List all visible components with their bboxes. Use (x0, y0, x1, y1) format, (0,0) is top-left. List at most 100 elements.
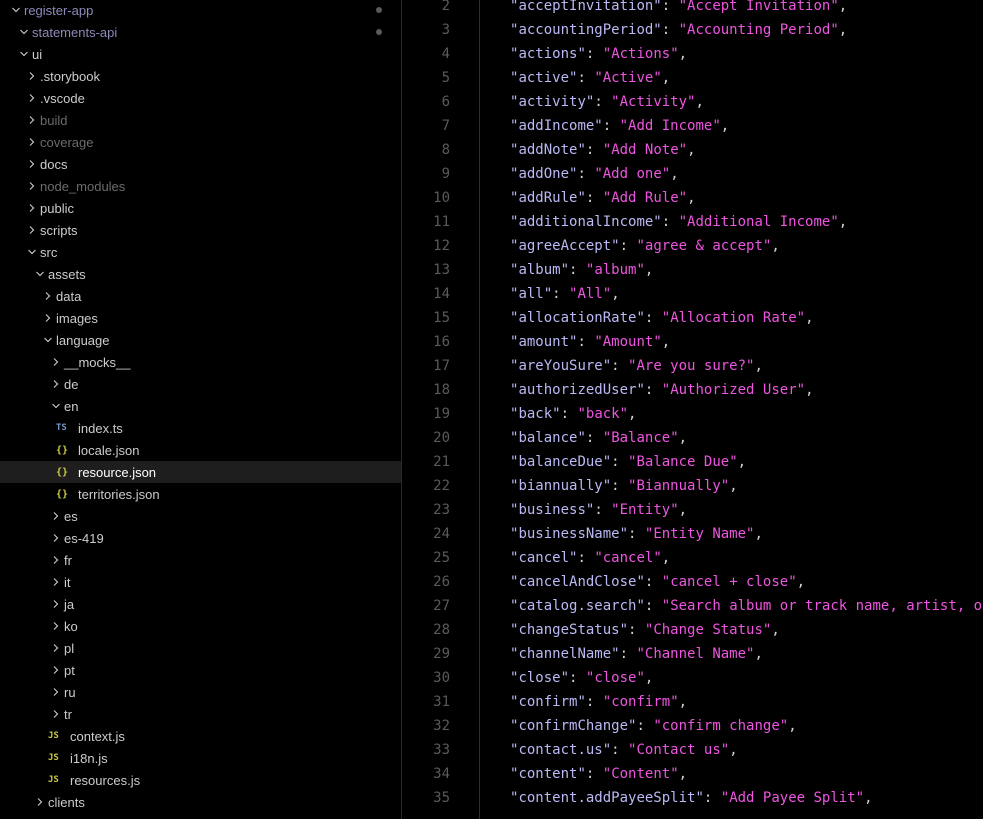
chevron-right-icon[interactable] (24, 131, 40, 153)
explorer-folder-item[interactable]: node_modules (0, 175, 401, 197)
chevron-right-icon[interactable] (48, 505, 64, 527)
code-line[interactable]: 24 "businessName": "Entity Name", (402, 522, 983, 546)
code-line[interactable]: 28 "changeStatus": "Change Status", (402, 618, 983, 642)
code-line[interactable]: 14 "all": "All", (402, 282, 983, 306)
explorer-folder-item[interactable]: statements-api (0, 21, 401, 43)
explorer-folder-item[interactable]: de (0, 373, 401, 395)
chevron-right-icon[interactable] (24, 219, 40, 241)
chevron-right-icon[interactable] (48, 681, 64, 703)
code-line[interactable]: 8 "addNote": "Add Note", (402, 138, 983, 162)
chevron-right-icon[interactable] (24, 175, 40, 197)
code-line[interactable]: 29 "channelName": "Channel Name", (402, 642, 983, 666)
explorer-folder-item[interactable]: images (0, 307, 401, 329)
code-line[interactable]: 21 "balanceDue": "Balance Due", (402, 450, 983, 474)
chevron-down-icon[interactable] (32, 263, 48, 285)
explorer-folder-item[interactable]: language (0, 329, 401, 351)
chevron-right-icon[interactable] (24, 65, 40, 87)
code-line[interactable]: 15 "allocationRate": "Allocation Rate", (402, 306, 983, 330)
chevron-down-icon[interactable] (16, 21, 32, 43)
explorer-folder-item[interactable]: assets (0, 263, 401, 285)
code-line[interactable]: 9 "addOne": "Add one", (402, 162, 983, 186)
explorer-folder-item[interactable]: coverage (0, 131, 401, 153)
code-line[interactable]: 35 "content.addPayeeSplit": "Add Payee Sp… (402, 786, 983, 810)
chevron-right-icon[interactable] (48, 351, 64, 373)
explorer-folder-item[interactable]: src (0, 241, 401, 263)
explorer-file-item[interactable]: JS i18n.js (0, 747, 401, 769)
code-line[interactable]: 27 "catalog.search": "Search album or tra… (402, 594, 983, 618)
chevron-right-icon[interactable] (24, 109, 40, 131)
code-line[interactable]: 22 "biannually": "Biannually", (402, 474, 983, 498)
code-line[interactable]: 18 "authorizedUser": "Authorized User", (402, 378, 983, 402)
chevron-right-icon[interactable] (32, 791, 48, 813)
code-line[interactable]: 10 "addRule": "Add Rule", (402, 186, 983, 210)
chevron-down-icon[interactable] (48, 395, 64, 417)
explorer-file-item[interactable]: {} locale.json (0, 439, 401, 461)
chevron-right-icon[interactable] (24, 197, 40, 219)
explorer-folder-item[interactable]: .vscode (0, 87, 401, 109)
chevron-right-icon[interactable] (48, 637, 64, 659)
explorer-folder-item[interactable]: pl (0, 637, 401, 659)
chevron-right-icon[interactable] (48, 703, 64, 725)
explorer-folder-item[interactable]: clients (0, 791, 401, 813)
explorer-folder-item[interactable]: tr (0, 703, 401, 725)
chevron-right-icon[interactable] (40, 285, 56, 307)
code-line[interactable]: 32 "confirmChange": "confirm change", (402, 714, 983, 738)
code-line[interactable]: 16 "amount": "Amount", (402, 330, 983, 354)
explorer-folder-item[interactable]: __mocks__ (0, 351, 401, 373)
explorer-file-item[interactable]: {} territories.json (0, 483, 401, 505)
explorer-folder-item[interactable]: ru (0, 681, 401, 703)
explorer-file-item[interactable]: JS context.js (0, 725, 401, 747)
chevron-down-icon[interactable] (40, 329, 56, 351)
code-line[interactable]: 25 "cancel": "cancel", (402, 546, 983, 570)
explorer-folder-item[interactable]: scripts (0, 219, 401, 241)
explorer-folder-item[interactable]: es-419 (0, 527, 401, 549)
chevron-right-icon[interactable] (48, 571, 64, 593)
explorer-folder-item[interactable]: en (0, 395, 401, 417)
chevron-right-icon[interactable] (48, 615, 64, 637)
code-line[interactable]: 5 "active": "Active", (402, 66, 983, 90)
code-line[interactable]: 31 "confirm": "confirm", (402, 690, 983, 714)
chevron-right-icon[interactable] (48, 659, 64, 681)
explorer-folder-item[interactable]: fr (0, 549, 401, 571)
code-line[interactable]: 23 "business": "Entity", (402, 498, 983, 522)
explorer-folder-item[interactable]: build (0, 109, 401, 131)
code-line[interactable]: 33 "contact.us": "Contact us", (402, 738, 983, 762)
code-line[interactable]: 20 "balance": "Balance", (402, 426, 983, 450)
code-line[interactable]: 3 "accountingPeriod": "Accounting Period"… (402, 18, 983, 42)
code-line[interactable]: 11 "additionalIncome": "Additional Income… (402, 210, 983, 234)
code-line[interactable]: 2 "acceptInvitation": "Accept Invitation"… (402, 0, 983, 18)
code-line[interactable]: 17 "areYouSure": "Are you sure?", (402, 354, 983, 378)
code-line[interactable]: 12 "agreeAccept": "agree & accept", (402, 234, 983, 258)
explorer-folder-item[interactable]: ko (0, 615, 401, 637)
code-editor[interactable]: 2 "acceptInvitation": "Accept Invitation"… (402, 0, 983, 819)
explorer-folder-item[interactable]: docs (0, 153, 401, 175)
chevron-down-icon[interactable] (8, 0, 24, 21)
code-line[interactable]: 30 "close": "close", (402, 666, 983, 690)
explorer-folder-item[interactable]: register-app (0, 0, 401, 21)
explorer-folder-item[interactable]: public (0, 197, 401, 219)
chevron-down-icon[interactable] (16, 43, 32, 65)
explorer-folder-item[interactable]: es (0, 505, 401, 527)
chevron-right-icon[interactable] (48, 527, 64, 549)
explorer-folder-item[interactable]: data (0, 285, 401, 307)
explorer-folder-item[interactable]: ja (0, 593, 401, 615)
chevron-right-icon[interactable] (48, 549, 64, 571)
code-line[interactable]: 13 "album": "album", (402, 258, 983, 282)
explorer-folder-item[interactable]: ui (0, 43, 401, 65)
explorer-file-item[interactable]: JS resources.js (0, 769, 401, 791)
chevron-down-icon[interactable] (24, 241, 40, 263)
explorer-file-item[interactable]: {} resource.json (0, 461, 401, 483)
explorer-folder-item[interactable]: it (0, 571, 401, 593)
code-line[interactable]: 34 "content": "Content", (402, 762, 983, 786)
explorer-file-item[interactable]: TS index.ts (0, 417, 401, 439)
code-line[interactable]: 4 "actions": "Actions", (402, 42, 983, 66)
chevron-right-icon[interactable] (40, 307, 56, 329)
chevron-right-icon[interactable] (24, 87, 40, 109)
chevron-right-icon[interactable] (48, 593, 64, 615)
code-line[interactable]: 19 "back": "back", (402, 402, 983, 426)
chevron-right-icon[interactable] (24, 153, 40, 175)
explorer-folder-item[interactable]: .storybook (0, 65, 401, 87)
code-line[interactable]: 26 "cancelAndClose": "cancel + close", (402, 570, 983, 594)
code-line[interactable]: 6 "activity": "Activity", (402, 90, 983, 114)
chevron-right-icon[interactable] (48, 373, 64, 395)
